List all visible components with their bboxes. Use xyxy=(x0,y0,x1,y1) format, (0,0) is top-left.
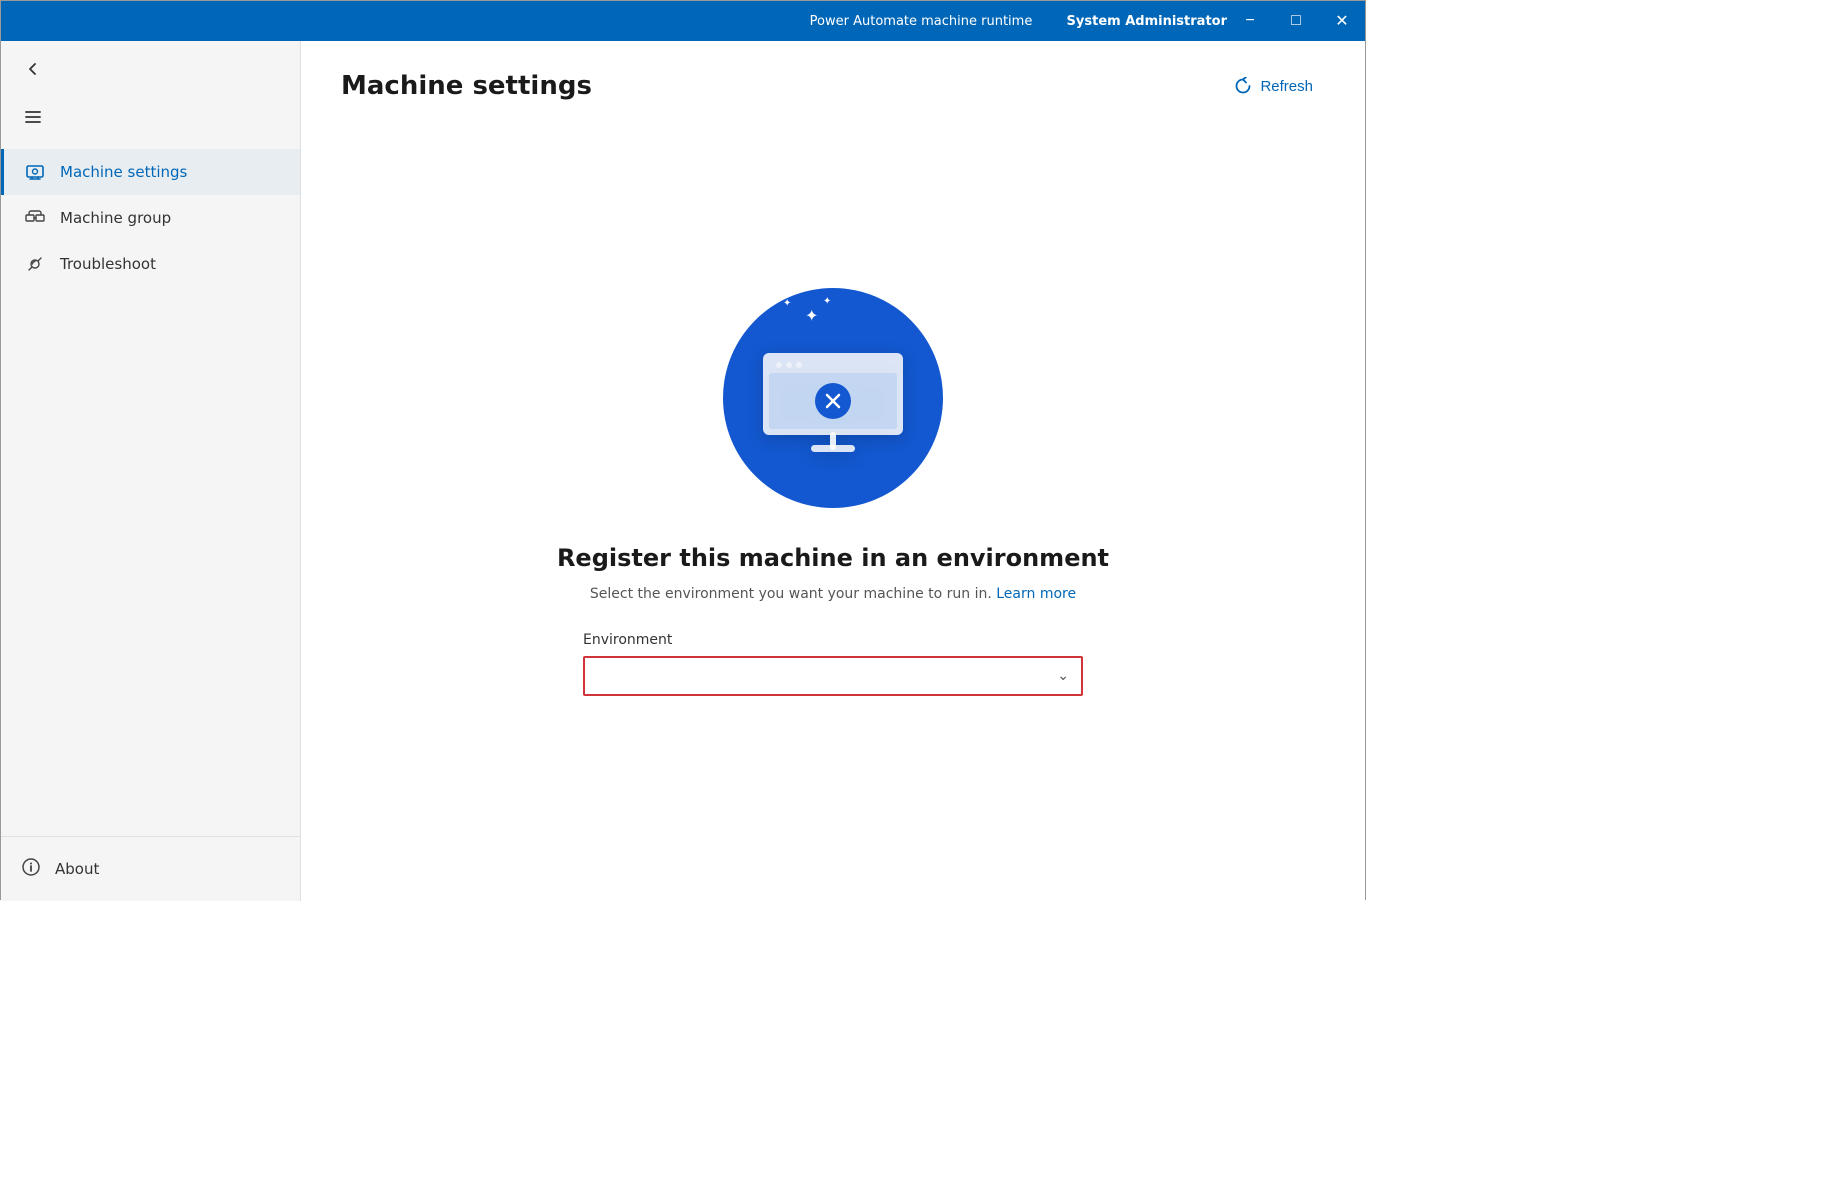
sidebar-item-machine-settings[interactable]: Machine settings xyxy=(1,149,300,195)
page-title: Machine settings xyxy=(341,71,592,101)
monitor-illustration xyxy=(753,333,913,463)
learn-more-link[interactable]: Learn more xyxy=(996,586,1076,602)
center-content: ✦ ✦ ✦ xyxy=(301,123,1365,901)
main-header: Machine settings Refresh xyxy=(301,41,1365,123)
troubleshoot-icon xyxy=(24,253,46,275)
minimize-button[interactable]: − xyxy=(1227,1,1273,41)
about-label: About xyxy=(55,860,99,878)
star-decoration-2: ✦ xyxy=(805,306,818,325)
sidebar-label-troubleshoot: Troubleshoot xyxy=(60,255,156,273)
register-title: Register this machine in an environment xyxy=(557,544,1109,572)
title-bar: Power Automate machine runtime System Ad… xyxy=(1,1,1365,41)
sidebar: Machine settings Machine group xyxy=(1,41,301,901)
sidebar-label-machine-group: Machine group xyxy=(60,209,171,227)
title-bar-title: Power Automate machine runtime xyxy=(810,14,1033,29)
refresh-label: Refresh xyxy=(1260,78,1313,95)
environment-dropdown[interactable]: ⌄ xyxy=(583,656,1083,696)
sidebar-item-machine-group[interactable]: Machine group xyxy=(1,195,300,241)
app-layout: Machine settings Machine group xyxy=(1,41,1365,901)
back-button[interactable] xyxy=(17,53,49,85)
menu-button[interactable] xyxy=(17,101,49,133)
machine-group-icon xyxy=(24,207,46,229)
restore-button[interactable]: □ xyxy=(1273,1,1319,41)
star-decoration-3: ✦ xyxy=(823,296,831,307)
sidebar-item-troubleshoot[interactable]: Troubleshoot xyxy=(1,241,300,287)
refresh-button[interactable]: Refresh xyxy=(1222,69,1325,103)
about-icon xyxy=(21,857,41,881)
illustration-circle: ✦ ✦ ✦ xyxy=(723,288,943,508)
title-bar-user: System Administrator xyxy=(1067,14,1227,29)
register-subtitle: Select the environment you want your mac… xyxy=(590,586,1076,602)
environment-label: Environment xyxy=(583,632,1083,648)
environment-section: Environment ⌄ xyxy=(583,632,1083,696)
refresh-icon xyxy=(1234,77,1252,95)
title-bar-controls: − □ ✕ xyxy=(1227,1,1365,41)
star-decoration-1: ✦ xyxy=(783,298,791,309)
about-item[interactable]: About xyxy=(21,849,280,889)
sidebar-bottom: About xyxy=(1,836,300,901)
chevron-down-icon: ⌄ xyxy=(1057,668,1069,684)
main-content: Machine settings Refresh ✦ ✦ ✦ xyxy=(301,41,1365,901)
sidebar-nav: Machine settings Machine group xyxy=(1,141,300,836)
machine-settings-icon xyxy=(24,161,46,183)
sidebar-top xyxy=(1,41,300,97)
sidebar-label-machine-settings: Machine settings xyxy=(60,163,187,181)
close-button[interactable]: ✕ xyxy=(1319,1,1365,41)
